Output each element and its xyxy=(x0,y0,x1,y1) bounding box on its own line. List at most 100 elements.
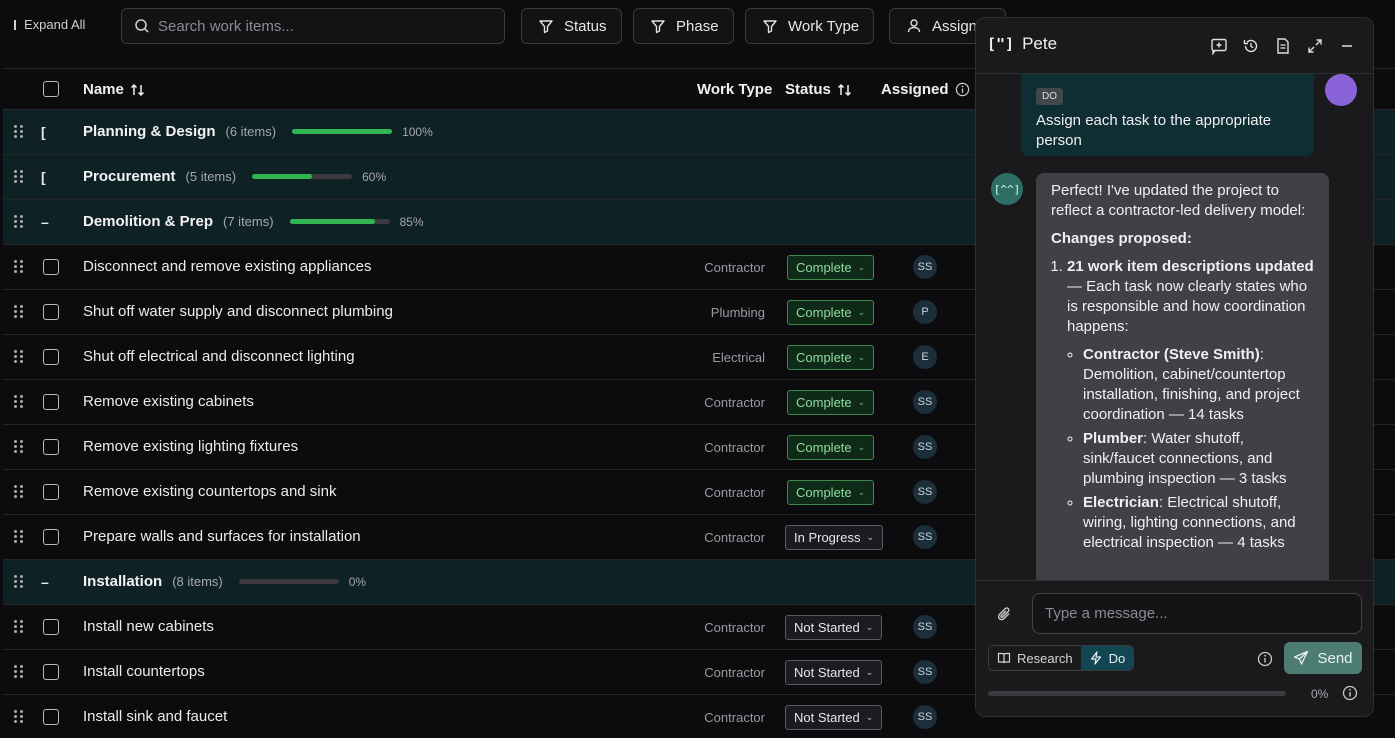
assignee-avatar[interactable]: P xyxy=(913,300,937,324)
drag-handle-icon[interactable] xyxy=(14,710,24,724)
status-dropdown[interactable]: In Progress ⌄ xyxy=(785,525,884,550)
work-type-filter-button[interactable]: Work Type xyxy=(745,8,875,44)
row-checkbox[interactable] xyxy=(43,304,59,320)
drag-handle-icon[interactable] xyxy=(14,620,24,634)
assignee-avatar[interactable]: SS xyxy=(913,255,937,279)
work-type: Contractor xyxy=(704,260,765,275)
work-type: Contractor xyxy=(704,620,765,635)
task-name[interactable]: Remove existing lighting fixtures xyxy=(83,438,298,455)
do-mode-button[interactable]: Do xyxy=(1080,646,1134,670)
row-checkbox[interactable] xyxy=(43,709,59,725)
status-dropdown[interactable]: Complete ⌄ xyxy=(787,435,875,460)
expand-icon[interactable] xyxy=(1306,37,1324,55)
task-name[interactable]: Install countertops xyxy=(83,663,205,680)
mode-tag: DO xyxy=(1036,88,1063,105)
assistant-message: Perfect! I've updated the project to ref… xyxy=(1036,173,1329,580)
drag-handle-icon[interactable] xyxy=(14,575,24,589)
minimize-icon[interactable] xyxy=(1338,37,1356,55)
task-name[interactable]: Shut off water supply and disconnect plu… xyxy=(83,303,393,320)
drag-handle-icon[interactable] xyxy=(14,305,24,319)
task-name[interactable]: Shut off electrical and disconnect light… xyxy=(83,348,355,365)
phase-progress-bar xyxy=(238,579,339,584)
status-dropdown[interactable]: Not Started ⌄ xyxy=(785,705,883,730)
row-checkbox[interactable] xyxy=(43,439,59,455)
book-icon xyxy=(997,652,1011,664)
status-dropdown[interactable]: Complete ⌄ xyxy=(787,345,875,370)
info-icon[interactable] xyxy=(1342,685,1358,701)
task-name[interactable]: Prepare walls and surfaces for installat… xyxy=(83,528,361,545)
message-input[interactable] xyxy=(1045,594,1361,633)
status-dropdown[interactable]: Not Started ⌄ xyxy=(785,660,883,685)
responsibility-item: Electrician: Electrical shutoff, wiring,… xyxy=(1083,493,1314,553)
message-input-box[interactable] xyxy=(1032,593,1362,634)
collapse-icon[interactable]: – xyxy=(41,574,49,590)
row-checkbox[interactable] xyxy=(43,529,59,545)
task-name[interactable]: Remove existing cabinets xyxy=(83,393,254,410)
phase-title: Installation xyxy=(83,573,163,590)
row-checkbox[interactable] xyxy=(43,259,59,275)
phase-progress-fill xyxy=(289,219,375,224)
drag-handle-icon[interactable] xyxy=(14,125,24,139)
drag-handle-icon[interactable] xyxy=(14,530,24,544)
name-header-label: Name xyxy=(83,81,124,98)
document-icon[interactable] xyxy=(1274,37,1292,55)
drag-handle-icon[interactable] xyxy=(14,350,24,364)
select-all-checkbox[interactable] xyxy=(43,81,59,97)
phase-progress-bar xyxy=(292,129,393,134)
work-type-column-header[interactable]: Work Type xyxy=(697,81,772,98)
drag-handle-icon[interactable] xyxy=(14,485,24,499)
assignee-avatar[interactable]: SS xyxy=(913,705,937,729)
search-box[interactable] xyxy=(121,8,505,44)
phase-filter-button[interactable]: Phase xyxy=(633,8,734,44)
drag-handle-icon[interactable] xyxy=(14,215,24,229)
row-checkbox[interactable] xyxy=(43,619,59,635)
drag-handle-icon[interactable] xyxy=(14,260,24,274)
task-name[interactable]: Install sink and faucet xyxy=(83,708,227,725)
status-filter-button[interactable]: Status xyxy=(521,8,622,44)
work-type: Contractor xyxy=(704,485,765,500)
drag-handle-icon[interactable] xyxy=(14,440,24,454)
assignee-avatar[interactable]: SS xyxy=(913,615,937,639)
status-dropdown[interactable]: Complete ⌄ xyxy=(787,300,875,325)
status-dropdown[interactable]: Complete ⌄ xyxy=(787,255,875,280)
research-mode-button[interactable]: Research xyxy=(989,646,1081,670)
drag-handle-icon[interactable] xyxy=(14,395,24,409)
expand-all-button[interactable]: Expand All xyxy=(14,17,85,32)
assignee-avatar[interactable]: SS xyxy=(913,660,937,684)
history-icon[interactable] xyxy=(1242,37,1260,55)
status-dropdown[interactable]: Complete ⌄ xyxy=(787,480,875,505)
name-column-header[interactable]: Name xyxy=(83,81,146,98)
row-checkbox[interactable] xyxy=(43,664,59,680)
status-label: In Progress xyxy=(794,530,861,545)
expand-icon[interactable]: [ xyxy=(41,169,46,185)
context-usage-percent: 0% xyxy=(1311,687,1329,701)
expand-icon[interactable]: [ xyxy=(41,124,46,140)
phase-progress-fill xyxy=(252,174,313,179)
assignee-avatar[interactable]: SS xyxy=(913,390,937,414)
changes-list: 21 work item descriptions updated — Each… xyxy=(1051,257,1314,553)
assignee-avatar[interactable]: SS xyxy=(913,480,937,504)
task-name[interactable]: Disconnect and remove existing appliance… xyxy=(83,258,372,275)
paperclip-icon[interactable] xyxy=(996,605,1014,623)
chevron-down-icon: ⌄ xyxy=(866,532,875,542)
row-checkbox[interactable] xyxy=(43,349,59,365)
task-name[interactable]: Install new cabinets xyxy=(83,618,214,635)
status-column-header[interactable]: Status xyxy=(785,81,853,98)
send-button[interactable]: Send xyxy=(1284,642,1362,674)
search-input[interactable] xyxy=(158,17,478,35)
assignee-avatar[interactable]: E xyxy=(913,345,937,369)
info-icon[interactable] xyxy=(1257,651,1273,667)
status-dropdown[interactable]: Complete ⌄ xyxy=(787,390,875,415)
assigned-column-header[interactable]: Assigned xyxy=(881,81,970,98)
row-checkbox[interactable] xyxy=(43,394,59,410)
assignee-avatar[interactable]: SS xyxy=(913,435,937,459)
drag-handle-icon[interactable] xyxy=(14,665,24,679)
task-name[interactable]: Remove existing countertops and sink xyxy=(83,483,336,500)
work-type: Electrical xyxy=(712,350,765,365)
new-chat-icon[interactable] xyxy=(1210,37,1228,55)
drag-handle-icon[interactable] xyxy=(14,170,24,184)
assignee-avatar[interactable]: SS xyxy=(913,525,937,549)
collapse-icon[interactable]: – xyxy=(41,214,49,230)
status-dropdown[interactable]: Not Started ⌄ xyxy=(785,615,883,640)
row-checkbox[interactable] xyxy=(43,484,59,500)
